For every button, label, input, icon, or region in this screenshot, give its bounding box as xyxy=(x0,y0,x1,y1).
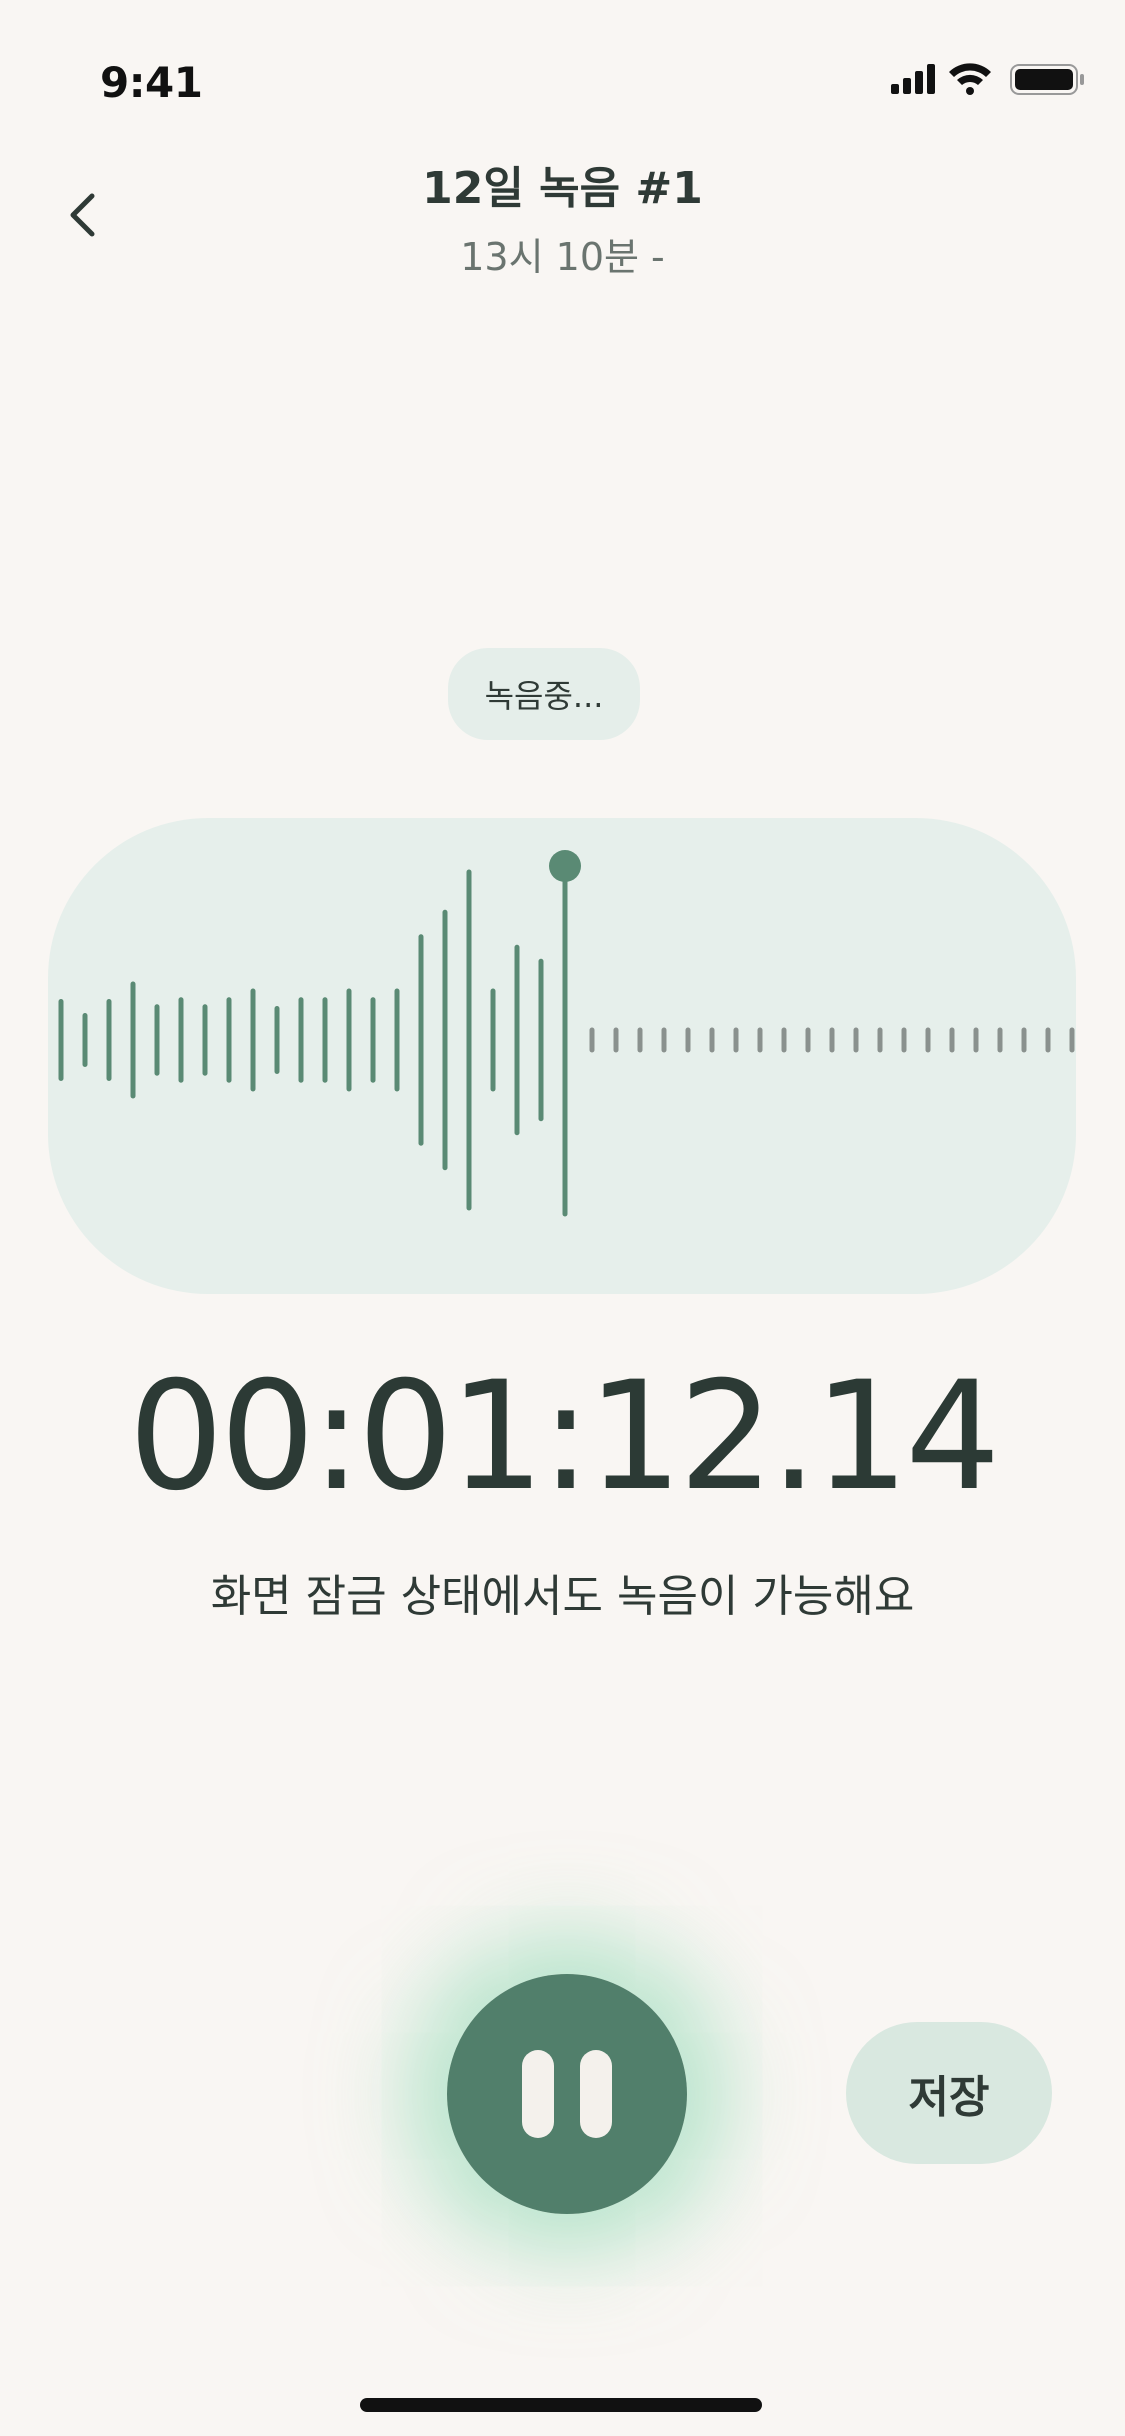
battery-icon xyxy=(1010,64,1084,95)
status-time: 9:41 xyxy=(100,58,203,107)
waveform-playhead-knob xyxy=(549,850,581,882)
elapsed-timer: 00:01:12.14 xyxy=(128,1350,1000,1524)
cellular-signal-icon xyxy=(891,64,935,94)
recording-title: 12일 녹음 #1 xyxy=(422,163,703,214)
pause-icon-bar xyxy=(580,2050,612,2138)
lock-screen-notice: 화면 잠금 상태에서도 녹음이 가능해요 xyxy=(210,1571,915,1622)
wifi-icon xyxy=(949,63,991,95)
home-indicator xyxy=(360,2398,762,2412)
status-icons xyxy=(891,63,1084,95)
waveform xyxy=(58,850,1075,1217)
recording-start-time: 13시 10분 - xyxy=(460,235,665,279)
recording-status-badge: 녹음중... xyxy=(448,648,640,740)
waveform-card xyxy=(48,818,1076,1294)
save-button[interactable]: 저장 xyxy=(846,2022,1052,2164)
pause-icon xyxy=(522,2050,554,2138)
pause-button[interactable] xyxy=(447,1974,687,2214)
